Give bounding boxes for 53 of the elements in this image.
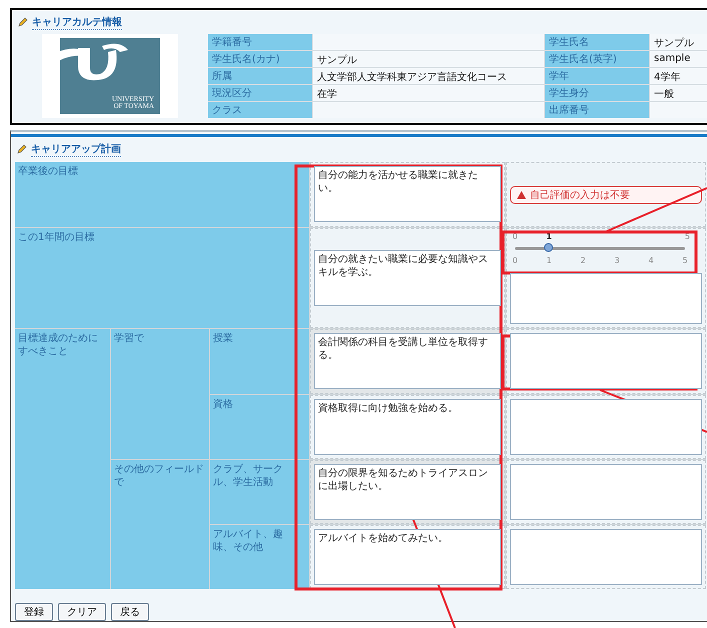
- tick-label: 3: [614, 256, 620, 265]
- plan-field[interactable]: アルバイトを始めてみたい。: [314, 529, 501, 585]
- goal-label: この1年間の目標: [15, 228, 309, 328]
- field-label: 学年: [545, 68, 649, 84]
- section-title: キャリアカルテ情報: [32, 14, 122, 30]
- field-value: 4学年: [650, 68, 707, 84]
- section-title: キャリアアップ計画: [31, 142, 121, 157]
- evaluation-field[interactable]: [510, 273, 702, 324]
- item-label: 資格: [210, 395, 309, 459]
- field-value: 一般: [650, 85, 707, 101]
- evaluation-field[interactable]: [510, 399, 702, 455]
- item-label: 授業: [210, 329, 309, 394]
- notice-text: 自己評価の入力は不要: [530, 188, 630, 202]
- tick-label: 0: [512, 256, 518, 265]
- item-label: アルバイト、趣味、その他: [210, 525, 309, 589]
- field-label: 学生氏名(英字): [545, 51, 649, 67]
- evaluation-field[interactable]: [510, 529, 702, 585]
- field-label: 現況区分: [208, 85, 312, 101]
- field-value: 在学: [313, 85, 544, 101]
- field-label: 学生氏名(カナ): [208, 51, 312, 67]
- field-label: 学生氏名: [545, 34, 649, 50]
- tick-label: 5: [682, 256, 688, 265]
- tick-label: 4: [648, 256, 654, 265]
- scale-min-label: 0: [512, 232, 518, 241]
- field-value: サンプル: [313, 51, 544, 67]
- form-button[interactable]: 登録: [15, 603, 53, 621]
- tick-label: 1: [546, 256, 552, 265]
- item-label: クラブ、サークル、学生活動: [210, 460, 309, 524]
- warning-icon: [517, 190, 526, 198]
- form-button[interactable]: クリア: [58, 603, 106, 621]
- field-value: sample: [650, 51, 707, 67]
- group-label: その他のフィールドで: [111, 460, 209, 589]
- field-label: 所属: [208, 68, 312, 84]
- plan-field[interactable]: 自分の限界を知るためトライアスロンに出場したい。: [314, 464, 501, 520]
- form-button[interactable]: 戻る: [111, 603, 149, 621]
- field-value: 人文学部人文学科東アジア言語文化コース: [313, 68, 544, 84]
- field-label: 学生身分: [545, 85, 649, 101]
- field-label: 学籍番号: [208, 34, 312, 50]
- field-value: サンプル: [650, 34, 707, 50]
- plan-field[interactable]: 会計関係の科目を受講し単位を取得する。: [314, 333, 501, 389]
- field-label: 出席番号: [545, 102, 649, 118]
- plan-field[interactable]: 資格取得に向け勉強を始める。: [314, 399, 501, 455]
- plan-field[interactable]: 自分の就きたい職業に必要な知識やスキルを学ぶ。: [314, 250, 501, 306]
- pencil-icon: [17, 144, 27, 154]
- plan-field[interactable]: 自分の能力を活かせる職業に就きたい。: [314, 166, 501, 222]
- field-label: クラス: [208, 102, 312, 118]
- section-label: 目標達成のためにすべきこと: [15, 329, 110, 589]
- tick-label: 2: [580, 256, 586, 265]
- group-label: 学習で: [111, 329, 209, 459]
- goal-label: 卒業後の目標: [15, 162, 309, 227]
- pencil-icon: [18, 17, 28, 27]
- slider-thumb[interactable]: [544, 243, 553, 252]
- evaluation-field[interactable]: [510, 464, 702, 520]
